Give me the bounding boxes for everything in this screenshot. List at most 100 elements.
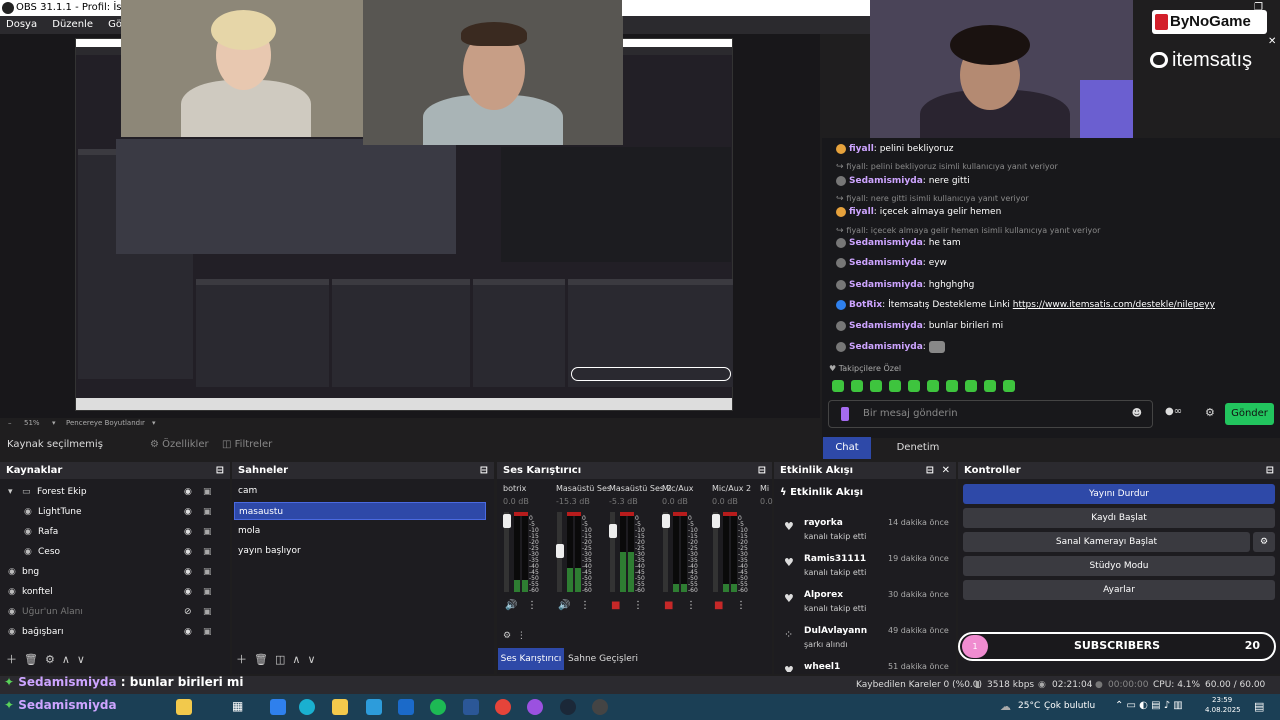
fit-to-window[interactable]: Pencereye Boyutlandır: [66, 418, 145, 428]
studio-mode-button[interactable]: Stüdyo Modu: [963, 556, 1275, 576]
emote-icon[interactable]: [832, 380, 844, 392]
notification-icon[interactable]: ▤: [1254, 700, 1264, 713]
obs-taskbar-icon[interactable]: [592, 699, 608, 715]
chat-settings-icon[interactable]: ⚙: [1205, 406, 1215, 419]
edge-icon[interactable]: [270, 699, 286, 715]
word-icon[interactable]: [463, 699, 479, 715]
visibility-icon[interactable]: ◉: [184, 622, 192, 642]
scene-item[interactable]: mola: [234, 522, 486, 540]
tab-audio-mixer[interactable]: Ses Karıştırıcı: [498, 648, 564, 670]
tab-moderation[interactable]: Denetim Eylemleri: [873, 437, 963, 475]
muted-speaker-icon[interactable]: ■: [664, 600, 673, 611]
emote-icon[interactable]: [984, 380, 996, 392]
tab-scene-transitions[interactable]: Sahne Geçişleri: [566, 648, 640, 670]
scene-item[interactable]: cam: [234, 482, 486, 500]
folder-icon[interactable]: [332, 699, 348, 715]
emote-icon[interactable]: [1003, 380, 1015, 392]
chat-link[interactable]: https://www.itemsatis.com/destekle/nilep…: [1013, 300, 1215, 310]
close-icon[interactable]: ✕: [942, 462, 950, 479]
volume-handle[interactable]: [662, 514, 670, 528]
up-icon[interactable]: ∧: [292, 653, 300, 666]
source-item[interactable]: ◉ Uğur'un Alanı ⊘ ▣: [0, 602, 230, 622]
speaker-icon[interactable]: 🔊: [505, 600, 517, 611]
lock-icon[interactable]: ▣: [203, 602, 212, 622]
source-item[interactable]: ▾ ▭ Forest Ekip ◉ ▣: [0, 482, 230, 502]
down-icon[interactable]: ∨: [77, 653, 85, 666]
copilot-icon[interactable]: [176, 699, 192, 715]
source-item[interactable]: ◉ bağışbarı ◉ ▣: [0, 622, 230, 642]
visibility-icon[interactable]: ◉: [184, 562, 192, 582]
source-item[interactable]: ◉ Rafa ◉ ▣: [0, 522, 230, 542]
tab-chat[interactable]: Chat: [823, 437, 871, 459]
app-icon[interactable]: [527, 699, 543, 715]
muted-speaker-icon[interactable]: ■: [714, 600, 723, 611]
visibility-icon[interactable]: ◉: [184, 582, 192, 602]
lock-icon[interactable]: ▣: [203, 502, 212, 522]
edge-browser-icon[interactable]: [299, 699, 315, 715]
zoom-level[interactable]: 51%: [24, 418, 40, 428]
visibility-icon[interactable]: ⊘: [184, 602, 192, 622]
more-icon[interactable]: ⋮: [527, 600, 537, 611]
more-icon[interactable]: ⋮: [686, 600, 696, 611]
lock-icon[interactable]: ▣: [203, 522, 212, 542]
spotify-icon[interactable]: [430, 699, 446, 715]
scene-item[interactable]: yayın başlıyor: [234, 542, 486, 560]
add-icon[interactable]: ＋: [6, 653, 17, 666]
emoji-icon[interactable]: ☻: [1132, 408, 1142, 419]
lock-icon[interactable]: ▣: [203, 622, 212, 642]
remove-icon[interactable]: 🗑: [24, 653, 38, 666]
dock-menu-icon[interactable]: ⊟: [758, 462, 766, 479]
source-item[interactable]: ◉ LightTune ◉ ▣: [0, 502, 230, 522]
more-icon[interactable]: ⋮: [633, 600, 643, 611]
visibility-icon[interactable]: ◉: [184, 522, 192, 542]
visibility-icon[interactable]: ◉: [184, 502, 192, 522]
stop-stream-button[interactable]: Yayını Durdur: [963, 484, 1275, 504]
restore-icon[interactable]: ❐: [1254, 2, 1263, 13]
send-button[interactable]: Gönder: [1225, 403, 1274, 425]
add-icon[interactable]: ＋: [236, 653, 247, 666]
source-item[interactable]: ◉ Ceso ◉ ▣: [0, 542, 230, 562]
menu-edit[interactable]: Düzenle: [52, 19, 93, 30]
start-recording-button[interactable]: Kaydı Başlat: [963, 508, 1275, 528]
emote-icon[interactable]: [889, 380, 901, 392]
gear-icon[interactable]: ⚙: [503, 631, 511, 641]
close-icon[interactable]: ✕: [1268, 36, 1276, 47]
emote-icon[interactable]: [946, 380, 958, 392]
remove-icon[interactable]: 🗑: [254, 653, 268, 666]
speaker-icon[interactable]: 🔊: [558, 600, 570, 611]
volume-handle[interactable]: [712, 514, 720, 528]
steam-icon[interactable]: [560, 699, 576, 715]
lock-icon[interactable]: ▣: [203, 562, 212, 582]
emote-icon[interactable]: [851, 380, 863, 392]
points-icon[interactable]: ●∞: [1165, 406, 1182, 417]
lock-icon[interactable]: ▣: [203, 582, 212, 602]
virtual-camera-settings-button[interactable]: ⚙: [1253, 532, 1275, 552]
visibility-icon[interactable]: ◉: [184, 482, 192, 502]
dock-menu-icon[interactable]: ⊟: [1266, 462, 1274, 479]
source-item[interactable]: ◉ konftel ◉ ▣: [0, 582, 230, 602]
visibility-icon[interactable]: ◉: [184, 542, 192, 562]
filters-button[interactable]: ◫ Filtreler: [222, 434, 272, 456]
store-icon[interactable]: [366, 699, 382, 715]
outlook-icon[interactable]: [398, 699, 414, 715]
chrome-icon[interactable]: [495, 699, 511, 715]
tray-icons[interactable]: ⌃ ▭ ◐ ▤ ♪ ▥: [1115, 700, 1183, 711]
scene-item[interactable]: masaustu: [234, 502, 486, 520]
volume-handle[interactable]: [503, 514, 511, 528]
settings-button[interactable]: Ayarlar: [963, 580, 1275, 600]
task-view-icon[interactable]: ▦: [232, 699, 248, 715]
chat-input[interactable]: Bir mesaj gönderin ☻: [828, 400, 1153, 428]
down-icon[interactable]: ∨: [307, 653, 315, 666]
emote-icon[interactable]: [927, 380, 939, 392]
lock-icon[interactable]: ▣: [203, 482, 212, 502]
properties-button[interactable]: ⚙ Özellikler: [150, 434, 209, 456]
start-virtual-camera-button[interactable]: Sanal Kamerayı Başlat: [963, 532, 1250, 552]
more-icon[interactable]: ⋮: [736, 600, 746, 611]
volume-handle[interactable]: [609, 524, 617, 538]
more-icon[interactable]: ⋮: [517, 631, 526, 641]
dock-menu-icon[interactable]: ⊟: [926, 462, 934, 479]
lock-icon[interactable]: ▣: [203, 542, 212, 562]
filter-icon[interactable]: ◫: [275, 653, 285, 666]
volume-handle[interactable]: [556, 544, 564, 558]
gear-icon[interactable]: ⚙: [45, 653, 55, 666]
